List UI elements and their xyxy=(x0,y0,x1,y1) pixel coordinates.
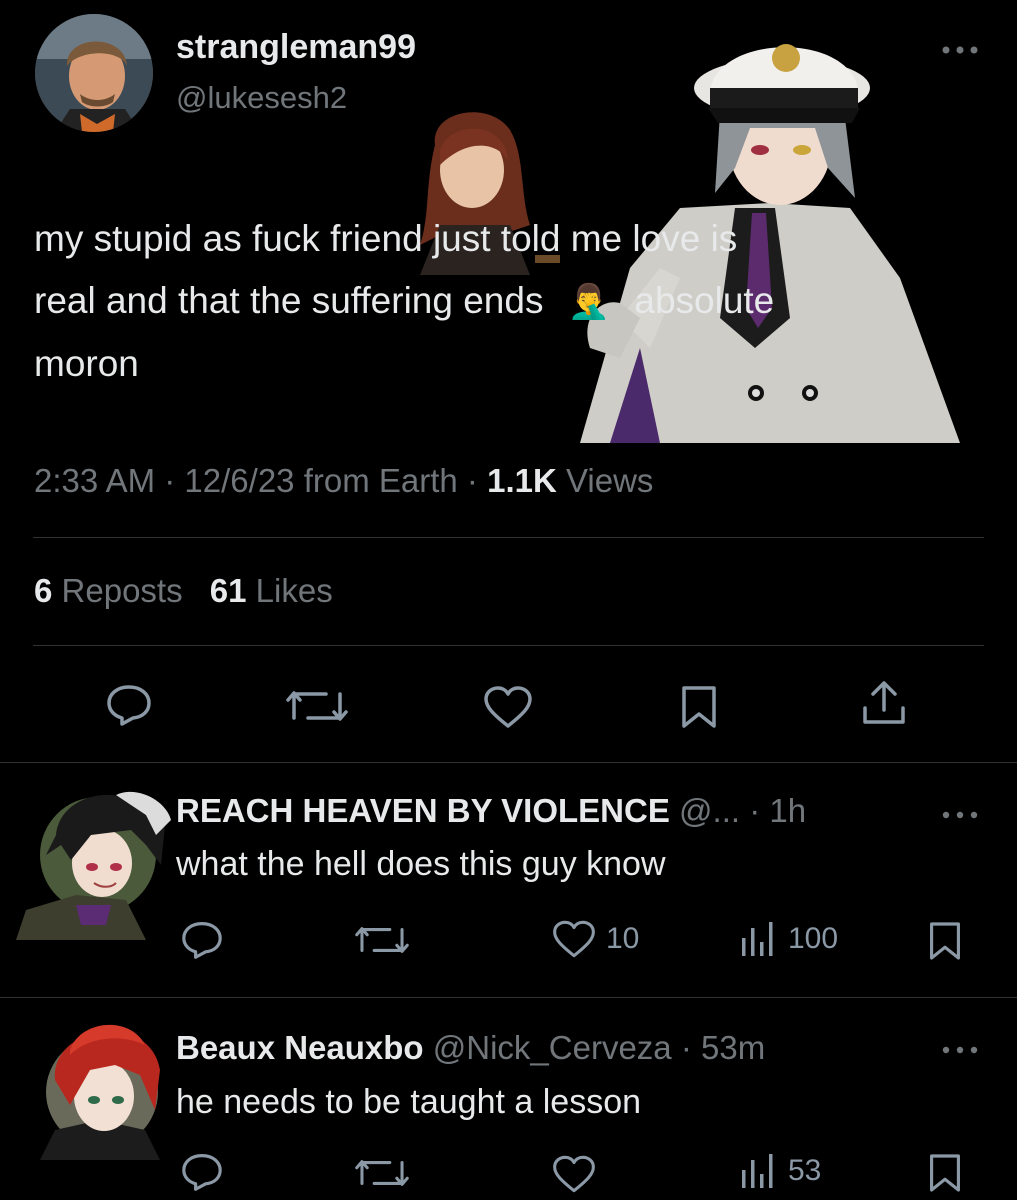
reply-1-more-button[interactable] xyxy=(940,810,980,820)
reply-2-views-button[interactable]: 53 xyxy=(738,1152,821,1190)
reply-1-views-button[interactable]: 100 xyxy=(738,920,838,958)
reply-1-header: REACH HEAVEN BY VIOLENCE @... · 1h xyxy=(176,792,806,830)
reply-button[interactable] xyxy=(105,683,153,727)
likes-count: 61 xyxy=(209,572,247,609)
more-dots-icon xyxy=(942,46,978,54)
more-options-button[interactable] xyxy=(938,44,982,56)
reply-1-reply-button[interactable] xyxy=(180,920,224,960)
divider xyxy=(33,645,984,646)
facepalm-emoji: 🤦‍♂️ xyxy=(567,283,611,321)
repost-icon xyxy=(355,1160,409,1186)
reply-2-view-count: 53 xyxy=(788,1154,822,1187)
reply-1-view-count: 100 xyxy=(788,922,839,955)
reply-icon xyxy=(182,922,222,959)
reply-1-like-count: 10 xyxy=(606,922,640,955)
repost-icon xyxy=(286,691,348,721)
reply-1-repost-button[interactable] xyxy=(355,922,409,958)
avatar[interactable] xyxy=(35,14,153,132)
separator-dot: · xyxy=(164,462,176,499)
reply-1-avatar-image xyxy=(16,791,171,940)
bookmark-button[interactable] xyxy=(680,684,718,730)
reply-1-bookmark-button[interactable] xyxy=(928,920,962,962)
reply-2-avatar[interactable] xyxy=(30,1010,170,1160)
reply-2-handle[interactable]: @Nick_Cerveza xyxy=(433,1029,672,1066)
share-icon xyxy=(863,681,905,724)
reply-2-header: Beaux Neauxbo @Nick_Cerveza · 53m xyxy=(176,1029,765,1067)
reply-icon xyxy=(182,1154,222,1191)
reply-1-like-button[interactable]: 10 xyxy=(552,920,639,958)
divider xyxy=(33,537,984,538)
heart-icon xyxy=(484,686,532,728)
reply-2-text: he needs to be taught a lesson xyxy=(176,1083,642,1121)
more-dots-icon xyxy=(942,811,978,819)
divider xyxy=(0,762,1017,763)
display-name[interactable]: strangleman99 xyxy=(176,28,416,67)
tweet-text-line-2-a: real and that the suffering ends xyxy=(34,280,544,321)
reply-2-repost-button[interactable] xyxy=(355,1155,409,1191)
reposts-link[interactable]: 6 Reposts xyxy=(34,572,192,609)
separator-dot: · xyxy=(466,462,478,499)
tweet-text-line-3: moron xyxy=(34,343,139,384)
reply-1-time[interactable]: · 1h xyxy=(749,792,806,829)
heart-icon xyxy=(553,920,595,958)
reply-1-avatar[interactable] xyxy=(16,775,176,940)
tweet-date[interactable]: 12/6/23 xyxy=(184,462,294,499)
avatar-image xyxy=(35,14,153,132)
tweet-meta: 2:33 AM · 12/6/23 from Earth · 1.1K View… xyxy=(34,462,653,500)
user-handle[interactable]: @lukesesh2 xyxy=(176,80,347,116)
analytics-icon xyxy=(742,1154,773,1188)
share-button[interactable] xyxy=(860,680,908,728)
reply-2-reply-button[interactable] xyxy=(180,1152,224,1192)
reply-2-avatar-image xyxy=(40,1024,160,1160)
tweet-text-line-2: real and that the suffering ends 🤦‍♂️ ab… xyxy=(34,270,994,333)
tweet-source: from Earth xyxy=(303,462,458,499)
tweet-text-line-2-b: absolute xyxy=(634,280,775,321)
more-dots-icon xyxy=(942,1046,978,1054)
likes-label: Likes xyxy=(255,572,333,609)
like-button[interactable] xyxy=(483,686,533,728)
repost-icon xyxy=(355,927,409,953)
tweet-time[interactable]: 2:33 AM xyxy=(34,462,155,499)
analytics-icon xyxy=(742,922,773,956)
reply-2-more-button[interactable] xyxy=(940,1045,980,1055)
bookmark-icon xyxy=(930,922,960,960)
reply-2-bookmark-button[interactable] xyxy=(928,1152,962,1194)
bookmark-icon xyxy=(930,1154,960,1192)
reply-1-display-name[interactable]: REACH HEAVEN BY VIOLENCE xyxy=(176,792,670,829)
reposts-label: Reposts xyxy=(61,572,183,609)
reply-2-time[interactable]: · 53m xyxy=(681,1029,765,1066)
reposts-count: 6 xyxy=(34,572,53,609)
heart-icon xyxy=(553,1155,595,1193)
reply-1-text: what the hell does this guy know xyxy=(176,845,666,883)
engagement-stats: 6 Reposts 61 Likes xyxy=(34,572,333,610)
reply-2-like-button[interactable] xyxy=(552,1155,596,1193)
reply-1-handle[interactable]: @... xyxy=(679,792,740,829)
tweet-text-line-1: my stupid as fuck friend just told me lo… xyxy=(34,218,738,259)
reply-icon xyxy=(107,685,151,726)
repost-button[interactable] xyxy=(286,686,348,726)
tweet-text: my stupid as fuck friend just told me lo… xyxy=(34,208,994,395)
reply-2-display-name[interactable]: Beaux Neauxbo xyxy=(176,1029,424,1066)
views-label: Views xyxy=(565,462,654,499)
views-count: 1.1K xyxy=(487,462,557,499)
divider xyxy=(0,997,1017,998)
bookmark-icon xyxy=(682,686,716,728)
likes-link[interactable]: 61 Likes xyxy=(210,572,333,609)
